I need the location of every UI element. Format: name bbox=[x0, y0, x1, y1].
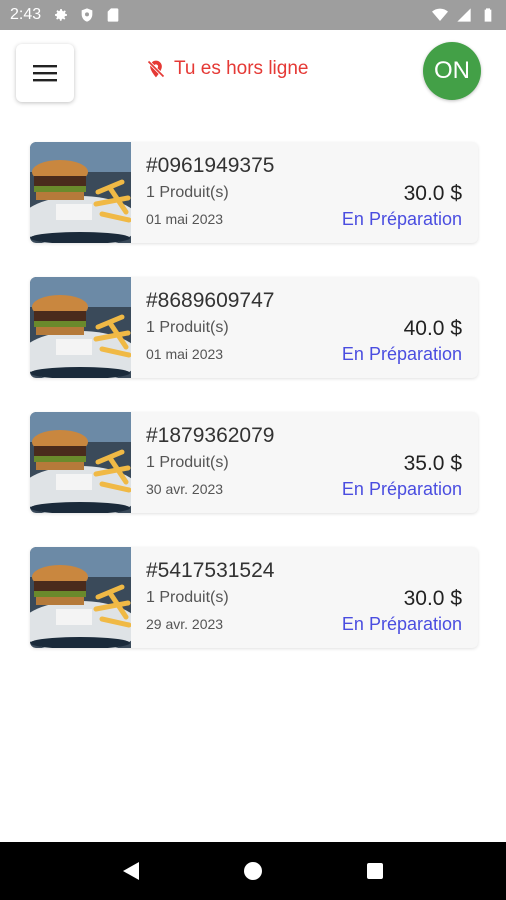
online-toggle-button[interactable]: ON bbox=[423, 42, 481, 100]
order-number: #0961949375 bbox=[146, 154, 275, 177]
order-price: 30.0 $ bbox=[403, 182, 462, 205]
battery-icon bbox=[484, 8, 492, 22]
order-thumbnail bbox=[30, 277, 131, 378]
sd-card-icon bbox=[107, 8, 119, 22]
order-date: 30 avr. 2023 bbox=[146, 481, 224, 497]
food-image bbox=[30, 142, 131, 243]
status-time: 2:43 bbox=[10, 6, 42, 23]
gear-icon bbox=[55, 9, 68, 21]
order-card[interactable]: #5417531524 1 Produit(s) 29 avr. 2023 30… bbox=[30, 547, 478, 648]
status-icons-right bbox=[432, 7, 496, 23]
location-off-icon bbox=[147, 60, 165, 78]
order-status: En Préparation bbox=[341, 614, 462, 634]
order-quantity: 1 Produit(s) bbox=[146, 184, 229, 201]
order-date: 29 avr. 2023 bbox=[146, 616, 224, 632]
order-card[interactable]: #0961949375 1 Produit(s) 01 mai 2023 30.… bbox=[30, 142, 478, 243]
order-thumbnail bbox=[30, 412, 131, 513]
back-icon[interactable] bbox=[121, 860, 141, 882]
order-price: 30.0 $ bbox=[403, 587, 462, 610]
order-status: En Préparation bbox=[341, 209, 462, 229]
wifi-icon bbox=[432, 8, 448, 21]
home-button[interactable] bbox=[238, 856, 268, 886]
signal-icon bbox=[457, 8, 471, 22]
order-number: #8689609747 bbox=[146, 289, 275, 312]
recents-icon[interactable] bbox=[365, 861, 385, 881]
order-price: 40.0 $ bbox=[403, 317, 462, 340]
order-quantity: 1 Produit(s) bbox=[146, 454, 229, 471]
order-date: 01 mai 2023 bbox=[146, 346, 224, 362]
status-bar: 2:43 bbox=[0, 0, 506, 30]
food-image bbox=[30, 547, 131, 648]
order-card[interactable]: #1879362079 1 Produit(s) 30 avr. 2023 35… bbox=[30, 412, 478, 513]
food-image bbox=[30, 412, 131, 513]
order-status: En Préparation bbox=[341, 344, 462, 364]
order-thumbnail bbox=[30, 547, 131, 648]
orders-list: #0961949375 1 Produit(s) 01 mai 2023 30.… bbox=[30, 142, 478, 682]
header: Tu es hors ligne ON bbox=[0, 30, 506, 116]
order-number: #1879362079 bbox=[146, 424, 275, 447]
order-quantity: 1 Produit(s) bbox=[146, 589, 229, 606]
back-button[interactable] bbox=[116, 856, 146, 886]
status-icons-left bbox=[53, 7, 121, 23]
order-status: En Préparation bbox=[341, 479, 462, 499]
offline-indicator: Tu es hors ligne bbox=[146, 58, 308, 80]
home-icon[interactable] bbox=[242, 860, 264, 882]
order-date: 01 mai 2023 bbox=[146, 211, 224, 227]
offline-text: Tu es hors ligne bbox=[174, 58, 309, 79]
order-quantity: 1 Produit(s) bbox=[146, 319, 229, 336]
recents-button[interactable] bbox=[360, 856, 390, 886]
order-thumbnail bbox=[30, 142, 131, 243]
navigation-bar bbox=[0, 842, 506, 900]
hamburger-menu-icon[interactable] bbox=[32, 63, 58, 83]
order-number: #5417531524 bbox=[146, 559, 275, 582]
order-card[interactable]: #8689609747 1 Produit(s) 01 mai 2023 40.… bbox=[30, 277, 478, 378]
shield-icon bbox=[81, 8, 93, 22]
order-price: 35.0 $ bbox=[403, 452, 462, 475]
food-image bbox=[30, 277, 131, 378]
menu-button[interactable] bbox=[16, 44, 74, 102]
